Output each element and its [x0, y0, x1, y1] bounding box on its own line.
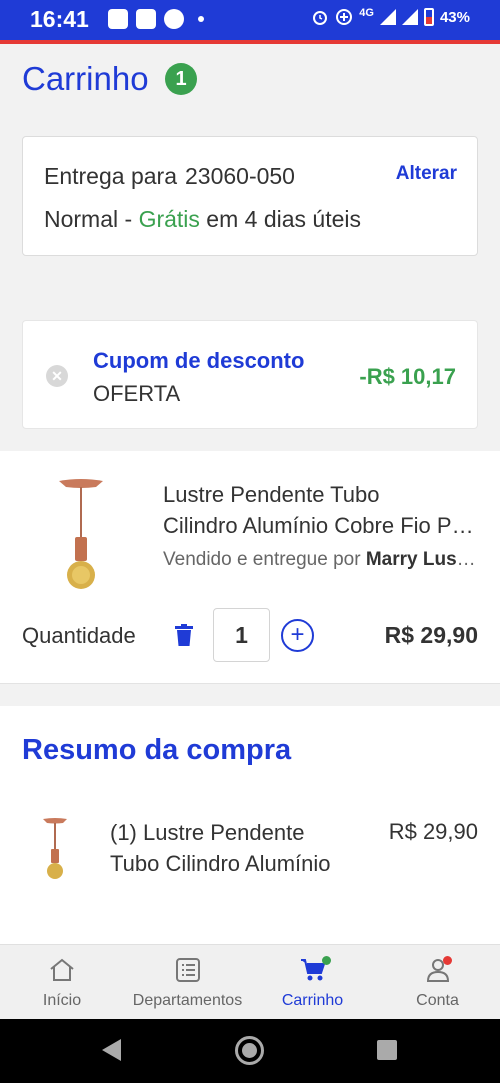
product-price: R$ 29,90: [384, 622, 478, 648]
system-icons: 4G 43%: [311, 7, 470, 26]
summary-title: Resumo da compra: [22, 734, 292, 766]
order-summary: Resumo da compra (1) Lustre Pendente Tub…: [0, 706, 500, 946]
battery-icon: [423, 8, 434, 26]
network-type: 4G: [359, 7, 374, 19]
delivery-method: Normal - Grátis em 4 dias úteis: [44, 206, 361, 233]
coupon-code: OFERTA: [93, 381, 181, 406]
seller-prefix: Vendido e entregue por: [163, 549, 361, 570]
product-name-line2: Cilindro Alumínio Cobre Fio Preto: [163, 513, 475, 538]
header-accent-line: [0, 40, 500, 44]
delivery-label: Entrega para: [44, 163, 177, 189]
coupon-title: Cupom de desconto: [93, 348, 305, 373]
coupon-card: ✕ Cupom de desconto OFERTA -R$ 10,17: [22, 320, 478, 429]
home-button-icon[interactable]: [235, 1036, 264, 1065]
nav-cart[interactable]: Carrinho: [270, 945, 355, 1020]
summary-item-line2: Tubo Cilindro Alumínio: [110, 851, 331, 876]
status-time: 16:41: [30, 6, 89, 32]
change-zip-button[interactable]: Alterar: [396, 163, 457, 185]
payment-icon: [164, 9, 184, 29]
remove-coupon-icon[interactable]: ✕: [46, 365, 68, 387]
seller-name: Marry Lustres: [365, 549, 478, 570]
coupon-discount-value: -R$ 10,17: [359, 364, 456, 389]
nav-home-label: Início: [42, 992, 82, 1009]
home-icon: [50, 958, 74, 981]
nav-departments[interactable]: Departamentos: [120, 945, 255, 1020]
page-title: Carrinho: [22, 60, 149, 97]
product-image[interactable]: [56, 475, 106, 595]
nav-account-label: Conta: [416, 992, 459, 1009]
battery-level: 43%: [439, 8, 470, 26]
signal-icon-2: [401, 9, 418, 25]
summary-item-price: R$ 29,90: [388, 819, 478, 844]
nav-cart-label: Carrinho: [281, 992, 344, 1009]
summary-product-image: [43, 818, 67, 879]
status-bar: 16:41 4G 43%: [0, 0, 500, 40]
product-name-line1: Lustre Pendente Tubo: [163, 482, 380, 507]
delivery-eta: em 4 dias úteis: [206, 206, 361, 232]
back-icon[interactable]: [102, 1039, 121, 1061]
product-name[interactable]: Lustre Pendente Tubo Cilindro Alumínio C…: [163, 479, 483, 541]
cart-count-badge: 1: [165, 63, 197, 95]
nav-home[interactable]: Início: [20, 945, 104, 1020]
summary-item-name: (1) Lustre Pendente Tubo Cilindro Alumín…: [110, 817, 340, 879]
increase-quantity-button[interactable]: +: [281, 619, 314, 652]
recent-apps-icon[interactable]: [377, 1040, 397, 1060]
app-icon: [136, 9, 156, 29]
delivery-method-name: Normal -: [44, 206, 133, 232]
quantity-label: Quantidade: [22, 623, 136, 648]
alarm-icon: [313, 11, 328, 25]
list-icon: [175, 958, 200, 982]
cart-item: Lustre Pendente Tubo Cilindro Alumínio C…: [0, 451, 500, 684]
delivery-zip: 23060-050: [184, 163, 295, 189]
notification-icons: [108, 9, 204, 29]
delivery-free-label: Grátis: [138, 206, 200, 232]
summary-item-line1: (1) Lustre Pendente: [110, 820, 305, 845]
data-saver-icon: [336, 9, 353, 25]
account-notification-dot: [443, 956, 452, 965]
more-notifications-icon: [198, 16, 204, 22]
quantity-field[interactable]: 1: [213, 608, 270, 662]
system-navigation-bar: [0, 1019, 500, 1083]
message-icon: [108, 9, 128, 29]
bottom-navigation: Início Departamentos Carrinho Conta: [0, 944, 500, 1019]
nav-departments-label: Departamentos: [132, 992, 243, 1009]
delivery-destination: Entrega para 23060-050: [44, 163, 295, 190]
nav-account[interactable]: Conta: [395, 945, 480, 1020]
trash-icon[interactable]: [175, 624, 193, 646]
signal-icon: [379, 9, 396, 25]
delivery-card: Entrega para 23060-050 Alterar Normal - G…: [22, 136, 478, 256]
product-seller: Vendido e entregue por Marry Lustres: [163, 549, 478, 571]
cart-notification-dot: [322, 956, 331, 965]
